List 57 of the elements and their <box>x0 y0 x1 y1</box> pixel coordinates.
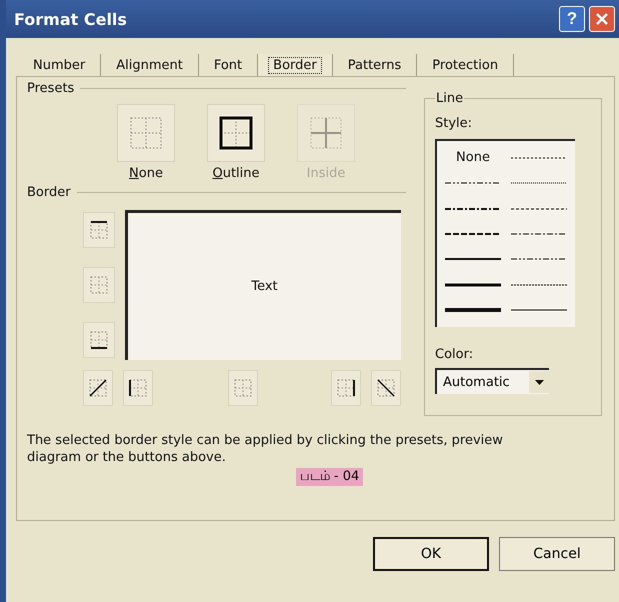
dialog-button[interactable]: OK <box>373 537 489 571</box>
color-dropdown[interactable]: Automatic <box>435 368 549 394</box>
group-title: Presets <box>27 81 74 96</box>
dropdown-arrow-icon <box>534 380 544 384</box>
color-label: Color: <box>435 347 474 362</box>
tab[interactable]: Number <box>18 54 102 76</box>
line-style-icon[interactable] <box>445 230 501 237</box>
diagonal-down-icon <box>375 377 398 399</box>
line-style-list[interactable]: None <box>435 139 575 327</box>
preset-label: Outline <box>212 166 260 181</box>
line-style-icon[interactable] <box>511 154 567 161</box>
diagonal-up-button[interactable] <box>83 370 113 406</box>
line-style-icon[interactable] <box>445 282 501 288</box>
close-button[interactable] <box>589 6 615 32</box>
middle-border-button[interactable] <box>83 267 115 303</box>
tab[interactable]: Protection <box>417 54 514 76</box>
line-style-icon[interactable] <box>445 180 501 186</box>
tab[interactable]: Patterns <box>332 54 418 76</box>
bottom-border-icon <box>88 329 110 351</box>
diagonal-down-button[interactable] <box>371 370 402 406</box>
line-style-icon[interactable] <box>511 307 567 314</box>
preset-label: Inside <box>306 166 346 181</box>
right-border-icon <box>335 377 358 399</box>
grid-icon <box>88 274 110 296</box>
line-style-icon[interactable] <box>445 307 501 314</box>
center-border-button[interactable] <box>228 370 258 406</box>
right-border-button[interactable] <box>331 370 362 406</box>
line-style-icon[interactable] <box>511 282 567 288</box>
grid-icon <box>232 377 254 399</box>
diagonal-up-icon <box>86 377 109 399</box>
line-style-none[interactable]: None <box>456 150 490 166</box>
left-border-icon <box>126 377 149 399</box>
group-title: Border <box>27 185 71 200</box>
line-style-icon[interactable] <box>445 256 501 262</box>
line-style-icon[interactable] <box>511 230 567 237</box>
description-text: The selected border style can be applied by clicking the presets, preview diagram or the buttons above. <box>27 432 504 466</box>
top-border-button[interactable] <box>83 212 115 248</box>
tab[interactable]: Border <box>258 54 333 76</box>
line-style-icon[interactable] <box>445 206 501 212</box>
top-border-icon <box>88 219 110 241</box>
line-style-icon[interactable] <box>511 180 567 186</box>
preset-button[interactable] <box>207 104 265 162</box>
line-style-icon[interactable] <box>511 256 567 262</box>
help-button[interactable]: ? <box>559 6 585 32</box>
dialog-button[interactable]: Cancel <box>499 537 615 571</box>
figure-caption: படம் - 04 <box>296 468 364 486</box>
preview-text: Text <box>251 279 278 294</box>
group-title: Line <box>435 91 464 106</box>
close-icon <box>595 12 609 26</box>
style-label: Style: <box>435 116 472 131</box>
border-preview[interactable]: Text <box>125 210 401 360</box>
bottom-border-button[interactable] <box>83 322 115 358</box>
preset-label: None <box>129 166 163 181</box>
left-border-button[interactable] <box>122 370 153 406</box>
tab[interactable]: Alignment <box>101 54 199 76</box>
line-style-icon[interactable] <box>511 206 567 212</box>
window-title: Format Cells <box>14 10 128 28</box>
